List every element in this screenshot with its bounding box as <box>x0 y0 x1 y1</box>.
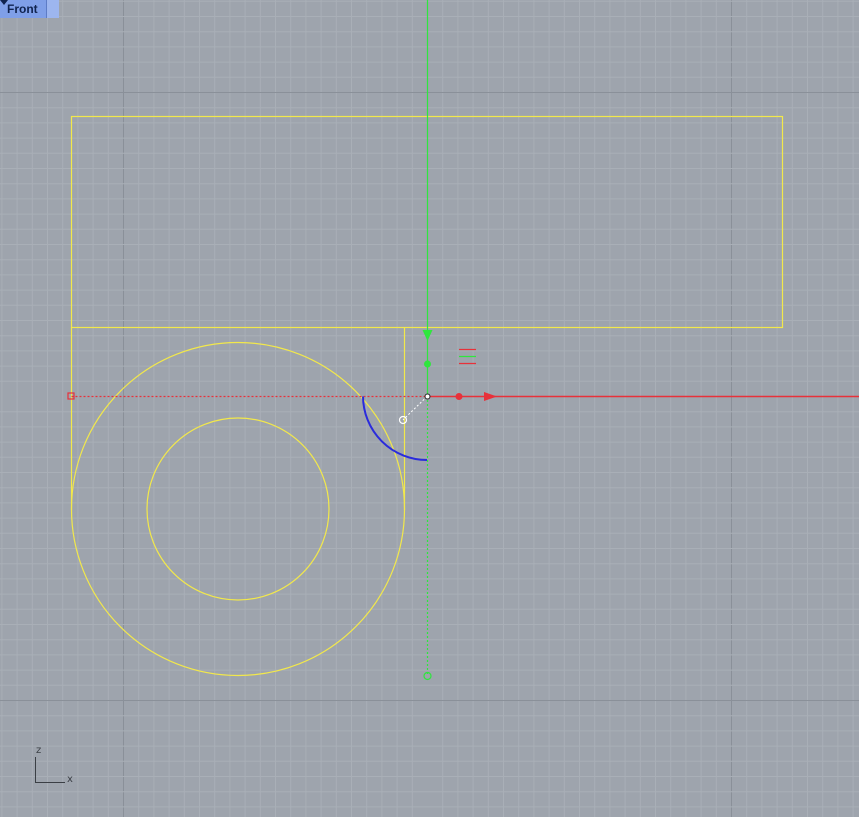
outer-circle[interactable] <box>70 341 406 677</box>
axis-icon-x-label: x <box>67 774 73 785</box>
z-scale-handle[interactable] <box>424 360 431 368</box>
front-viewport[interactable]: Front z x <box>0 0 859 817</box>
axis-icon-z-label: z <box>36 745 41 756</box>
world-axis-icon: z x <box>35 745 73 785</box>
construction-grid <box>0 0 859 817</box>
inner-circle[interactable] <box>146 417 330 601</box>
gumball-widget[interactable] <box>67 0 859 681</box>
viewport-canvas[interactable]: z x <box>0 0 859 817</box>
viewport-title-tab[interactable]: Front <box>0 0 59 18</box>
rotation-guide-line <box>402 396 428 421</box>
x-move-arrow[interactable] <box>484 392 497 401</box>
x-scale-handle[interactable] <box>455 393 463 400</box>
gumball-origin[interactable] <box>424 393 431 400</box>
chevron-down-icon[interactable] <box>0 0 59 18</box>
